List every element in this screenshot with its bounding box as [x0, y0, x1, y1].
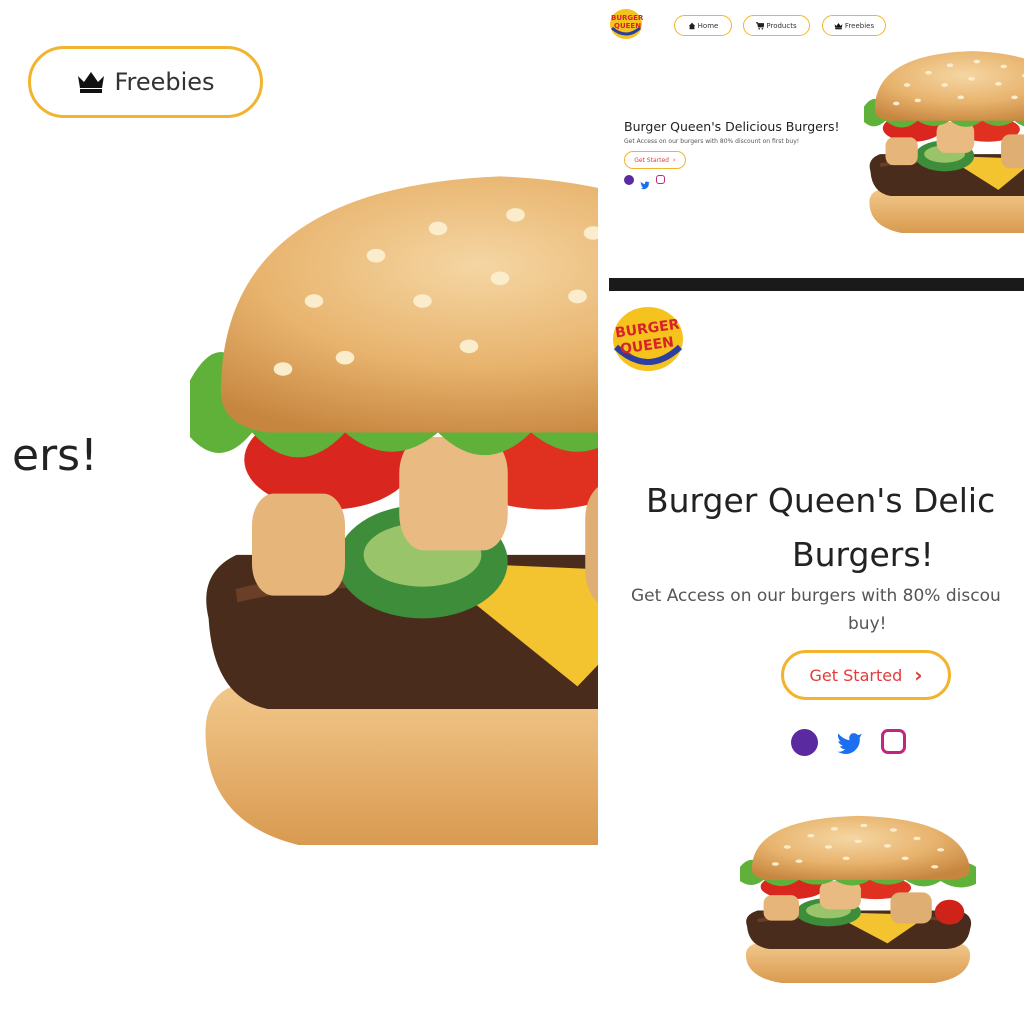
- cart-icon: [756, 21, 765, 30]
- hero-title-line1: Burger Queen's Delic: [646, 481, 996, 520]
- nav-home-button[interactable]: Home: [674, 15, 732, 36]
- instagram-icon[interactable]: [656, 175, 665, 184]
- facebook-icon[interactable]: [791, 729, 818, 756]
- zoomed-hero-panel: Freebies ers!: [0, 0, 598, 1024]
- burger-image-small: [864, 49, 1024, 233]
- crown-icon: [834, 22, 843, 29]
- burger-image-mobile: [740, 814, 976, 983]
- right-panel-divider: [609, 278, 1024, 291]
- facebook-icon[interactable]: [624, 175, 634, 185]
- burger-image: [190, 165, 598, 845]
- logo-text-top: BURGER: [611, 14, 644, 22]
- twitter-icon[interactable]: [640, 175, 650, 190]
- hero-title: Burger Queen's Delicious Burgers!: [624, 119, 840, 134]
- logo-text-bottom: QUEEN: [614, 22, 642, 30]
- mobile-view-panel: BURGER QUEEN Burger Queen's Delic Burger…: [609, 291, 1024, 1024]
- hero-subtitle: Get Access on our burgers with 80% disco…: [624, 138, 800, 145]
- chevron-right-icon: ›: [914, 663, 923, 687]
- nav-freebies-button[interactable]: Freebies: [28, 46, 263, 118]
- chevron-right-icon: ›: [672, 156, 676, 164]
- get-started-button-mobile[interactable]: Get Started ›: [781, 650, 951, 700]
- hero-title-line2: Burgers!: [792, 535, 934, 574]
- get-started-label: Get Started: [634, 156, 669, 164]
- nav-products-button[interactable]: Products: [743, 15, 810, 36]
- get-started-button[interactable]: Get Started ›: [624, 151, 686, 169]
- burger-queen-logo-mobile[interactable]: BURGER QUEEN: [611, 305, 685, 373]
- social-links: [624, 175, 665, 190]
- hero-subtitle-line2: buy!: [848, 614, 887, 634]
- hero-subtitle-line1: Get Access on our burgers with 80% disco…: [631, 586, 1001, 606]
- hero-heading-fragment: ers!: [12, 430, 98, 481]
- twitter-icon[interactable]: [836, 729, 863, 756]
- social-links-mobile: [791, 729, 906, 756]
- instagram-icon[interactable]: [881, 729, 906, 754]
- nav-freebies-label: Freebies: [114, 68, 215, 96]
- get-started-label-mobile: Get Started: [809, 665, 903, 685]
- nav-freebies-button-small[interactable]: Freebies: [822, 15, 886, 36]
- desktop-view-panel: BURGER QUEEN Home Products Freebies Burg…: [609, 0, 1024, 278]
- home-icon: [688, 22, 695, 29]
- nav-freebies-label-small: Freebies: [844, 21, 875, 30]
- crown-icon: [78, 72, 105, 93]
- burger-queen-logo[interactable]: BURGER QUEEN: [609, 8, 643, 40]
- nav-home-label: Home: [697, 21, 719, 30]
- nav-products-label: Products: [766, 21, 797, 30]
